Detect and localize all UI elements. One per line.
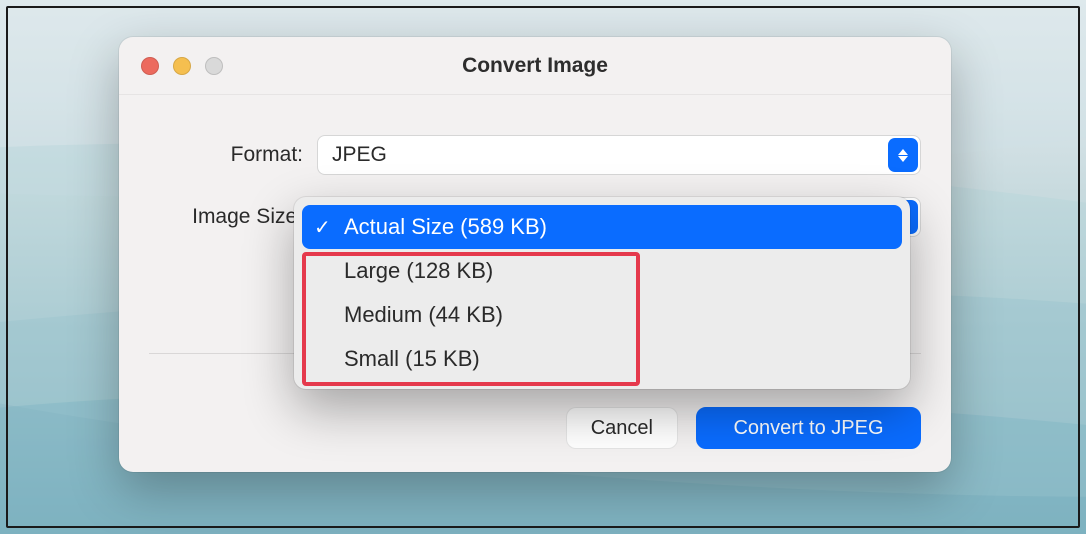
- dropdown-item-medium[interactable]: Medium (44 KB): [302, 293, 902, 337]
- image-size-label: Image Size:: [149, 205, 317, 229]
- format-label: Format:: [149, 143, 317, 167]
- checkmark-icon: ✓: [314, 215, 331, 240]
- cancel-button[interactable]: Cancel: [566, 407, 678, 449]
- titlebar: Convert Image: [119, 37, 951, 95]
- dropdown-item-label: Medium (44 KB): [344, 302, 503, 328]
- maximize-button: [205, 57, 223, 75]
- format-value: JPEG: [332, 143, 387, 167]
- button-row: Cancel Convert to JPEG: [119, 407, 921, 449]
- image-size-dropdown: ✓ Actual Size (589 KB) Large (128 KB) Me…: [294, 197, 910, 389]
- minimize-button[interactable]: [173, 57, 191, 75]
- window-controls: [119, 57, 223, 75]
- close-button[interactable]: [141, 57, 159, 75]
- dropdown-item-label: Actual Size (589 KB): [344, 214, 547, 240]
- format-row: Format: JPEG: [149, 135, 921, 175]
- dropdown-item-large[interactable]: Large (128 KB): [302, 249, 902, 293]
- convert-button[interactable]: Convert to JPEG: [696, 407, 921, 449]
- format-select[interactable]: JPEG: [317, 135, 921, 175]
- dropdown-item-small[interactable]: Small (15 KB): [302, 337, 902, 381]
- convert-image-dialog: Convert Image Format: JPEG Image Size:: [119, 37, 951, 472]
- updown-stepper-icon: [888, 138, 918, 172]
- window-title: Convert Image: [119, 54, 951, 78]
- dropdown-item-label: Small (15 KB): [344, 346, 480, 372]
- dropdown-item-label: Large (128 KB): [344, 258, 493, 284]
- dropdown-item-actual-size[interactable]: ✓ Actual Size (589 KB): [302, 205, 902, 249]
